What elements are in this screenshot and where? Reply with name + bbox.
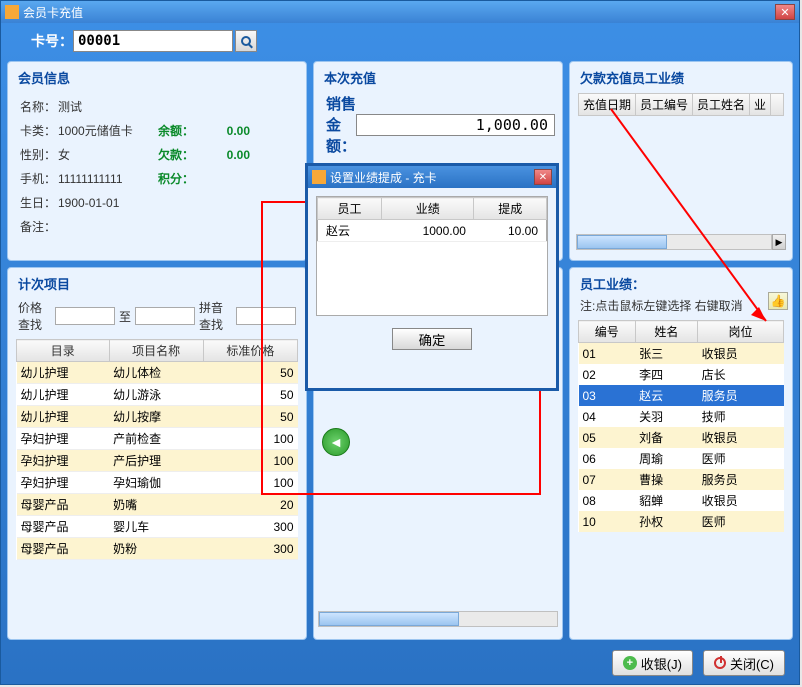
- table-row[interactable]: 母婴产品婴儿车300: [17, 516, 298, 538]
- scroll-right-button[interactable]: ▶: [772, 234, 786, 250]
- label-sales: 销售金额：: [326, 93, 356, 156]
- value-birth: 1900-01-01: [58, 191, 158, 215]
- owe-history-title: 欠款充值员工业绩: [574, 66, 788, 89]
- label-balance: 余额：: [158, 119, 202, 143]
- plus-icon: +: [623, 656, 637, 670]
- thumbs-button[interactable]: 👍: [768, 292, 788, 310]
- search-button[interactable]: [235, 30, 257, 52]
- table-row[interactable]: 幼儿护理幼儿按摩50: [17, 406, 298, 428]
- pinyin-input[interactable]: [236, 307, 296, 325]
- label-cardtype: 卡类：: [20, 119, 58, 143]
- thumb-icon: 👍: [771, 294, 786, 308]
- staff-perf-panel: 员工业绩： 注:点击鼠标左键选择 右键取消 👍 编号姓名岗位 01张三收银员02…: [569, 267, 793, 640]
- card-label: 卡号：: [31, 31, 73, 51]
- window-close-button[interactable]: ✕: [775, 4, 795, 20]
- member-info-panel: 会员信息 名称：测试 卡类：1000元储值卡 余额：0.00 性别：女 欠款：0…: [7, 61, 307, 261]
- table-row[interactable]: 01张三收银员: [579, 343, 784, 365]
- titlebar: 会员卡充值 ✕: [1, 1, 799, 23]
- arrow-left-icon: ◄: [329, 434, 343, 450]
- sales-input[interactable]: [356, 114, 555, 136]
- recharge-title: 本次充值: [318, 66, 558, 89]
- label-owe: 欠款：: [158, 143, 202, 167]
- count-items-table[interactable]: 目录项目名称标准价格 幼儿护理幼儿体检50幼儿护理幼儿游泳50幼儿护理幼儿按摩5…: [16, 339, 298, 560]
- mid-scrollbar[interactable]: [318, 611, 558, 627]
- close-button[interactable]: 关闭(C): [703, 650, 785, 676]
- dialog-title: 设置业绩提成 - 充卡: [330, 169, 437, 186]
- owe-history-header: 充值日期员工编号员工姓名业: [578, 93, 784, 116]
- owe-scrollbar[interactable]: [576, 234, 772, 250]
- value-phone: 11111111111: [58, 167, 158, 191]
- table-row[interactable]: 赵云1000.0010.00: [318, 220, 547, 242]
- label-name: 名称：: [20, 95, 58, 119]
- table-row[interactable]: 幼儿护理幼儿游泳50: [17, 384, 298, 406]
- label-to: 至: [119, 308, 131, 325]
- staff-perf-title: 员工业绩：: [574, 272, 788, 295]
- table-row[interactable]: 幼儿护理幼儿体检50: [17, 362, 298, 384]
- checkout-button[interactable]: + 收银(J): [612, 650, 693, 676]
- label-gender: 性别：: [20, 143, 58, 167]
- owe-history-panel: 欠款充值员工业绩 充值日期员工编号员工姓名业 ▶: [569, 61, 793, 261]
- dialog-icon: [312, 170, 326, 184]
- price-to-input[interactable]: [135, 307, 195, 325]
- power-icon: [714, 657, 726, 669]
- count-items-title: 计次项目: [12, 272, 302, 295]
- table-row[interactable]: 06周瑜医师: [579, 448, 784, 469]
- table-row[interactable]: 母婴产品奶嘴20: [17, 494, 298, 516]
- label-price-search: 价格查找: [18, 299, 51, 333]
- staff-note: 注:点击鼠标左键选择 右键取消: [574, 295, 788, 316]
- table-row[interactable]: 孕妇护理孕妇瑜伽100: [17, 472, 298, 494]
- dialog-table[interactable]: 员工业绩提成 赵云1000.0010.00: [317, 197, 547, 242]
- table-row[interactable]: 10孙权医师: [579, 511, 784, 532]
- value-name: 测试: [58, 95, 158, 119]
- table-row[interactable]: 05刘备收银员: [579, 427, 784, 448]
- table-row[interactable]: 孕妇护理产前检查100: [17, 428, 298, 450]
- count-items-panel: 计次项目 价格查找 至 拼音查找 目录项目名称标准价格 幼儿护理幼儿体检50幼儿…: [7, 267, 307, 640]
- value-owe: 0.00: [202, 143, 250, 167]
- search-icon: [241, 36, 251, 46]
- value-cardtype: 1000元储值卡: [58, 119, 158, 143]
- label-phone: 手机：: [20, 167, 58, 191]
- value-balance: 0.00: [202, 119, 250, 143]
- label-birth: 生日：: [20, 191, 58, 215]
- label-remark: 备注：: [20, 215, 58, 239]
- app-icon: [5, 5, 19, 19]
- staff-table[interactable]: 编号姓名岗位 01张三收银员02李四店长03赵云服务员04关羽技师05刘备收银员…: [578, 320, 784, 532]
- move-left-button[interactable]: ◄: [322, 428, 350, 456]
- card-input[interactable]: [73, 30, 233, 52]
- table-row[interactable]: 04关羽技师: [579, 406, 784, 427]
- price-from-input[interactable]: [55, 307, 115, 325]
- table-row[interactable]: 母婴产品奶粉300: [17, 538, 298, 560]
- close-label: 关闭(C): [730, 654, 774, 673]
- table-row[interactable]: 孕妇护理产后护理100: [17, 450, 298, 472]
- dialog-close-button[interactable]: ✕: [534, 169, 552, 185]
- table-row[interactable]: 08貂蝉收银员: [579, 490, 784, 511]
- ok-button[interactable]: 确定: [392, 328, 472, 350]
- window-title: 会员卡充值: [23, 4, 83, 21]
- label-points: 积分：: [158, 167, 202, 191]
- table-row[interactable]: 03赵云服务员: [579, 385, 784, 406]
- table-row[interactable]: 07曹操服务员: [579, 469, 784, 490]
- commission-dialog: 设置业绩提成 - 充卡 ✕ 员工业绩提成 赵云1000.0010.00 确定: [305, 163, 559, 391]
- table-row[interactable]: 02李四店长: [579, 364, 784, 385]
- value-gender: 女: [58, 143, 158, 167]
- checkout-label: 收银(J): [641, 654, 682, 673]
- label-pinyin-search: 拼音查找: [199, 299, 232, 333]
- member-info-title: 会员信息: [12, 66, 302, 89]
